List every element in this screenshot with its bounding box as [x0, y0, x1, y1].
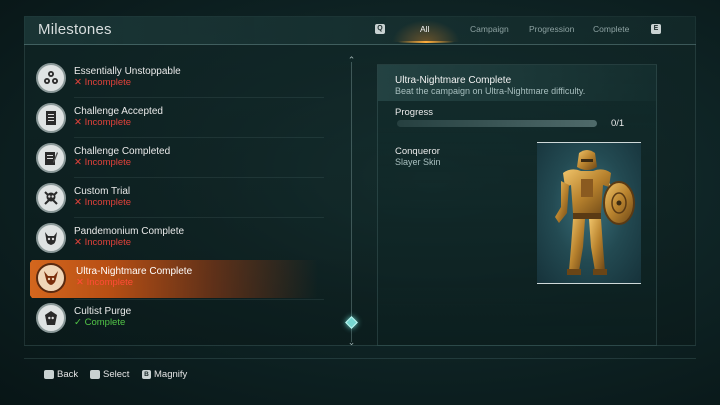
tab-campaign[interactable]: Campaign — [470, 24, 509, 34]
milestone-status: ✕ Incomplete — [74, 157, 132, 168]
milestone-name: Challenge Completed — [74, 146, 171, 157]
tab-complete[interactable]: Complete — [593, 24, 629, 34]
skull-crossbones-icon — [36, 183, 66, 213]
status-text: Incomplete — [84, 157, 132, 168]
milestone-status: ✕ Incomplete — [74, 117, 132, 128]
checklist-icon — [36, 103, 66, 133]
scroll-down-arrow-icon[interactable]: ⌄ — [346, 338, 357, 347]
milestone-status: ✓ Complete — [74, 317, 126, 328]
divider — [74, 137, 324, 138]
magnify-hint[interactable]: Magnify — [154, 369, 187, 380]
milestone-item-ultra-nightmare-complete[interactable]: Ultra-Nightmare Complete ✕ Incomplete — [30, 260, 318, 298]
golden-slayer-armor-icon — [555, 150, 635, 275]
milestone-name: Custom Trial — [74, 186, 131, 197]
enter-key-hint — [90, 370, 100, 379]
footer-divider — [24, 358, 696, 359]
milestone-name: Challenge Accepted — [74, 106, 163, 117]
status-text: Incomplete — [84, 237, 132, 248]
prev-tab-key[interactable]: Q — [375, 24, 385, 34]
milestone-item-custom-trial[interactable]: Custom Trial ✕ Incomplete — [30, 180, 330, 218]
milestone-item-challenge-accepted[interactable]: Challenge Accepted ✕ Incomplete — [30, 100, 330, 138]
quill-document-icon — [36, 143, 66, 173]
divider — [74, 177, 324, 178]
milestone-name: Ultra-Nightmare Complete — [76, 266, 193, 277]
back-hint[interactable]: Back — [57, 369, 78, 380]
next-tab-key[interactable]: E — [651, 24, 661, 34]
milestone-name: Pandemonium Complete — [74, 226, 185, 237]
progress-label: Progress — [395, 107, 434, 118]
esc-key-hint — [44, 370, 54, 379]
milestone-status: ✕ Incomplete — [74, 77, 132, 88]
milestone-status: ✕ Incomplete — [76, 277, 134, 288]
page-title: Milestones — [38, 21, 112, 38]
scroll-up-arrow-icon[interactable]: ⌃ — [346, 56, 357, 65]
milestone-item-challenge-completed[interactable]: Challenge Completed ✕ Incomplete — [30, 140, 330, 178]
runes-emblem-icon — [36, 63, 66, 93]
milestone-name: Essentially Unstoppable — [74, 66, 181, 77]
demon-skull-icon — [36, 223, 66, 253]
reward-preview[interactable] — [537, 142, 641, 284]
list-scrollbar[interactable] — [351, 62, 352, 342]
milestone-list: Essentially Unstoppable ✕ Incomplete Cha… — [30, 58, 330, 348]
milestone-item-essentially-unstoppable[interactable]: Essentially Unstoppable ✕ Incomplete — [30, 60, 330, 98]
horned-demon-icon — [36, 263, 66, 293]
milestone-item-cultist-purge[interactable]: Cultist Purge ✓ Complete — [30, 300, 330, 338]
milestone-item-pandemonium-complete[interactable]: Pandemonium Complete ✕ Incomplete — [30, 220, 330, 258]
detail-description: Beat the campaign on Ultra-Nightmare dif… — [395, 86, 586, 96]
filter-tabs: Q All Campaign Progression Complete E — [372, 20, 692, 43]
milestone-status: ✕ Incomplete — [74, 197, 132, 208]
select-hint[interactable]: Select — [103, 369, 129, 380]
status-text: Incomplete — [84, 77, 132, 88]
reward-name: Conqueror — [395, 146, 440, 157]
b-key-hint: B — [142, 370, 151, 379]
progress-value: 0/1 — [611, 118, 625, 129]
milestone-status: ✕ Incomplete — [74, 237, 132, 248]
status-text: Incomplete — [84, 197, 132, 208]
status-text: Incomplete — [86, 277, 134, 288]
divider — [74, 217, 324, 218]
divider — [74, 97, 324, 98]
milestone-name: Cultist Purge — [74, 306, 132, 317]
progress-bar — [397, 120, 597, 127]
reward-type: Slayer Skin — [395, 157, 441, 167]
tab-progression[interactable]: Progression — [529, 24, 574, 34]
active-tab-indicator — [398, 41, 454, 43]
tab-all[interactable]: All — [420, 24, 429, 34]
detail-title: Ultra-Nightmare Complete — [395, 75, 512, 86]
cultist-skull-icon — [36, 303, 66, 333]
status-text: Complete — [84, 317, 126, 328]
status-text: Incomplete — [84, 117, 132, 128]
